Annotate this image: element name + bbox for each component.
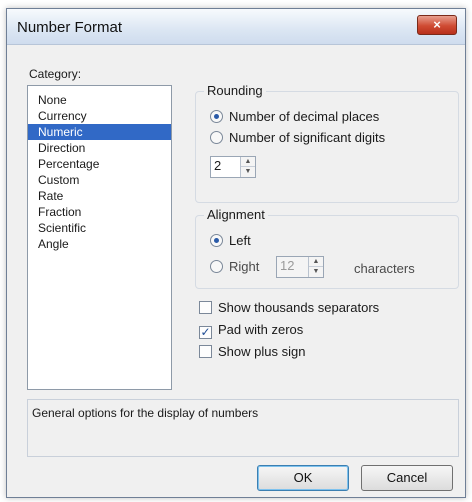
significant-digits-radio[interactable]: Number of significant digits	[210, 129, 385, 147]
rounding-spin-buttons: ▲ ▼	[240, 157, 255, 177]
title-bar: Number Format ×	[7, 9, 465, 45]
alignment-group: Alignment Left Right 12 ▲ ▼ characters	[195, 207, 459, 289]
align-right-label: Right	[229, 259, 260, 274]
rounding-spinner[interactable]: 2 ▲ ▼	[210, 156, 256, 178]
checkbox-unchecked-icon	[199, 345, 212, 358]
decimal-places-label: Number of decimal places	[229, 109, 380, 124]
checkmark-icon: ✓	[199, 325, 212, 339]
spin-down-icon[interactable]: ▼	[309, 267, 323, 277]
align-left-label: Left	[229, 233, 251, 248]
significant-digits-label: Number of significant digits	[229, 130, 386, 145]
category-item-percentage[interactable]: Percentage	[28, 156, 171, 172]
pad-zeros-checkbox[interactable]: ✓ Pad with zeros	[199, 321, 303, 339]
plus-sign-label: Show plus sign	[218, 344, 306, 359]
category-item-currency[interactable]: Currency	[28, 108, 171, 124]
rounding-value[interactable]: 2	[214, 157, 221, 175]
characters-label: characters	[354, 261, 415, 276]
characters-value[interactable]: 12	[280, 257, 294, 275]
description-box: General options for the display of numbe…	[27, 399, 459, 457]
alignment-title: Alignment	[204, 207, 268, 222]
cancel-button[interactable]: Cancel	[361, 465, 453, 491]
category-item-direction[interactable]: Direction	[28, 140, 171, 156]
category-label: Category:	[29, 67, 82, 81]
align-right-radio[interactable]: Right	[210, 258, 259, 276]
number-format-dialog: Number Format × Category: None Currency …	[6, 8, 466, 498]
category-item-scientific[interactable]: Scientific	[28, 220, 171, 236]
rounding-title: Rounding	[204, 83, 266, 98]
description-text: General options for the display of numbe…	[32, 406, 259, 420]
align-left-radio[interactable]: Left	[210, 232, 251, 250]
checkbox-unchecked-icon	[199, 301, 212, 314]
category-item-numeric[interactable]: Numeric	[28, 124, 171, 140]
pad-zeros-label: Pad with zeros	[218, 322, 304, 337]
spin-down-icon[interactable]: ▼	[241, 167, 255, 177]
characters-spin-buttons: ▲ ▼	[308, 257, 323, 277]
category-item-custom[interactable]: Custom	[28, 172, 171, 188]
radio-unselected-icon	[210, 131, 223, 144]
plus-sign-checkbox[interactable]: Show plus sign	[199, 343, 305, 361]
category-item-fraction[interactable]: Fraction	[28, 204, 171, 220]
category-list[interactable]: None Currency Numeric Direction Percenta…	[27, 85, 172, 390]
close-button[interactable]: ×	[417, 15, 457, 35]
thousands-separators-label: Show thousands separators	[218, 300, 380, 315]
ok-button[interactable]: OK	[257, 465, 349, 491]
radio-selected-icon	[210, 110, 223, 123]
radio-unselected-icon	[210, 260, 223, 273]
spin-up-icon[interactable]: ▲	[309, 257, 323, 267]
category-item-rate[interactable]: Rate	[28, 188, 171, 204]
radio-selected-icon	[210, 234, 223, 247]
category-item-none[interactable]: None	[28, 92, 171, 108]
characters-spinner[interactable]: 12 ▲ ▼	[276, 256, 324, 278]
decimal-places-radio[interactable]: Number of decimal places	[210, 108, 379, 126]
dialog-title: Number Format	[17, 19, 123, 36]
category-item-angle[interactable]: Angle	[28, 236, 171, 252]
thousands-separators-checkbox[interactable]: Show thousands separators	[199, 299, 379, 317]
spin-up-icon[interactable]: ▲	[241, 157, 255, 167]
rounding-group: Rounding Number of decimal places Number…	[195, 83, 459, 203]
close-icon: ×	[433, 17, 441, 32]
